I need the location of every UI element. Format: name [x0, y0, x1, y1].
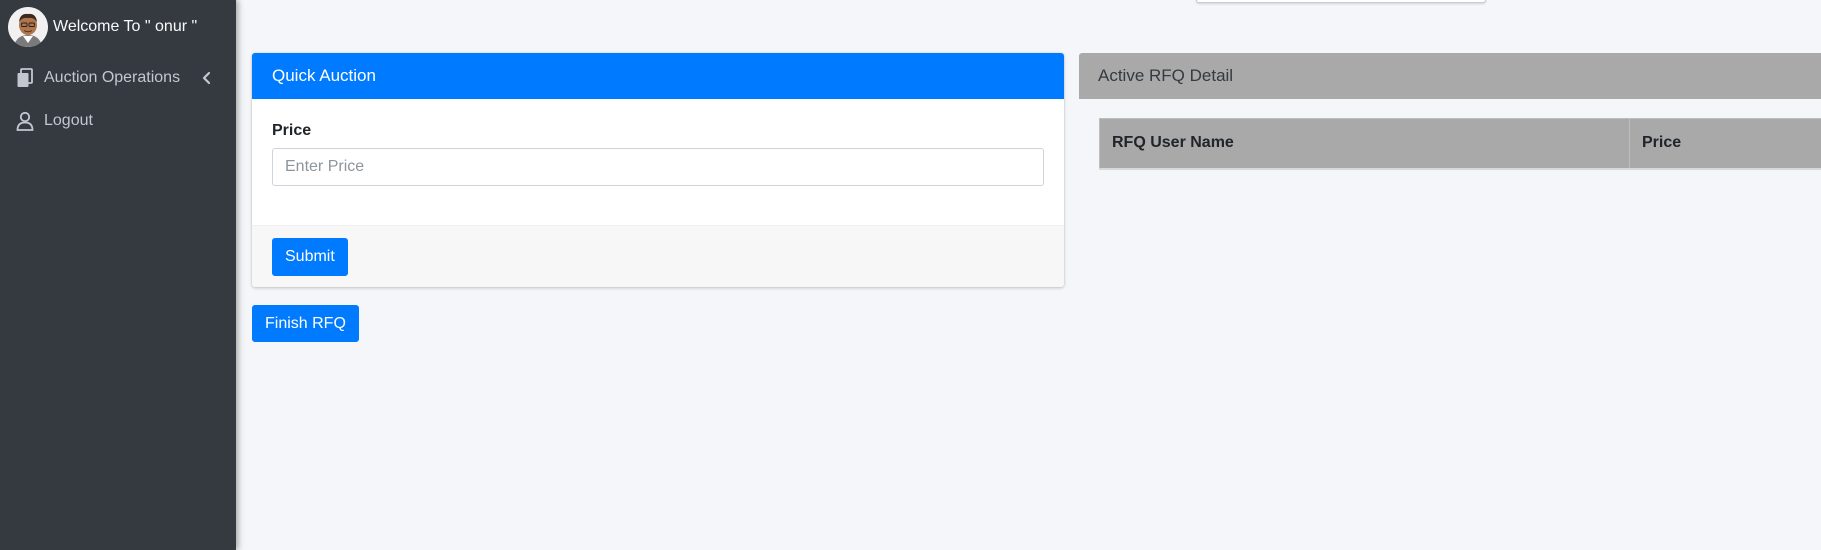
finish-rfq-button[interactable]: Finish RFQ — [252, 305, 359, 342]
user-icon — [14, 110, 36, 132]
price-label: Price — [272, 122, 312, 139]
main-content: Quick Auction Price Submit Finish RFQ Ac… — [236, 0, 1821, 550]
user-panel[interactable]: Welcome To " onur " — [8, 7, 197, 47]
sidebar-item-logout[interactable]: Logout — [0, 101, 236, 141]
avatar — [8, 7, 48, 47]
active-rfq-title: Active RFQ Detail — [1079, 53, 1821, 99]
quick-auction-footer: Submit — [252, 225, 1064, 287]
top-dropdown-edge — [1196, 0, 1486, 3]
sidebar: Welcome To " onur " Auction Operations L… — [0, 0, 236, 550]
copy-icon — [14, 67, 36, 89]
rfq-table: RFQ User Name Price — [1099, 118, 1821, 170]
price-input[interactable] — [272, 148, 1044, 186]
sidebar-item-label: Auction Operations — [44, 69, 181, 86]
chevron-left-icon[interactable] — [198, 70, 214, 86]
sidebar-item-label: Logout — [44, 112, 93, 129]
sidebar-item-auction-operations[interactable]: Auction Operations — [0, 58, 236, 98]
quick-auction-card: Quick Auction Price Submit — [252, 53, 1064, 287]
column-header-price[interactable]: Price — [1629, 118, 1821, 170]
quick-auction-title: Quick Auction — [252, 53, 1064, 99]
user-name: Welcome To " onur " — [53, 18, 198, 35]
table-header-row: RFQ User Name Price — [1099, 118, 1821, 170]
submit-button[interactable]: Submit — [272, 238, 348, 276]
quick-auction-body: Price — [252, 99, 1064, 225]
column-header-rfq-user-name[interactable]: RFQ User Name — [1099, 118, 1630, 170]
